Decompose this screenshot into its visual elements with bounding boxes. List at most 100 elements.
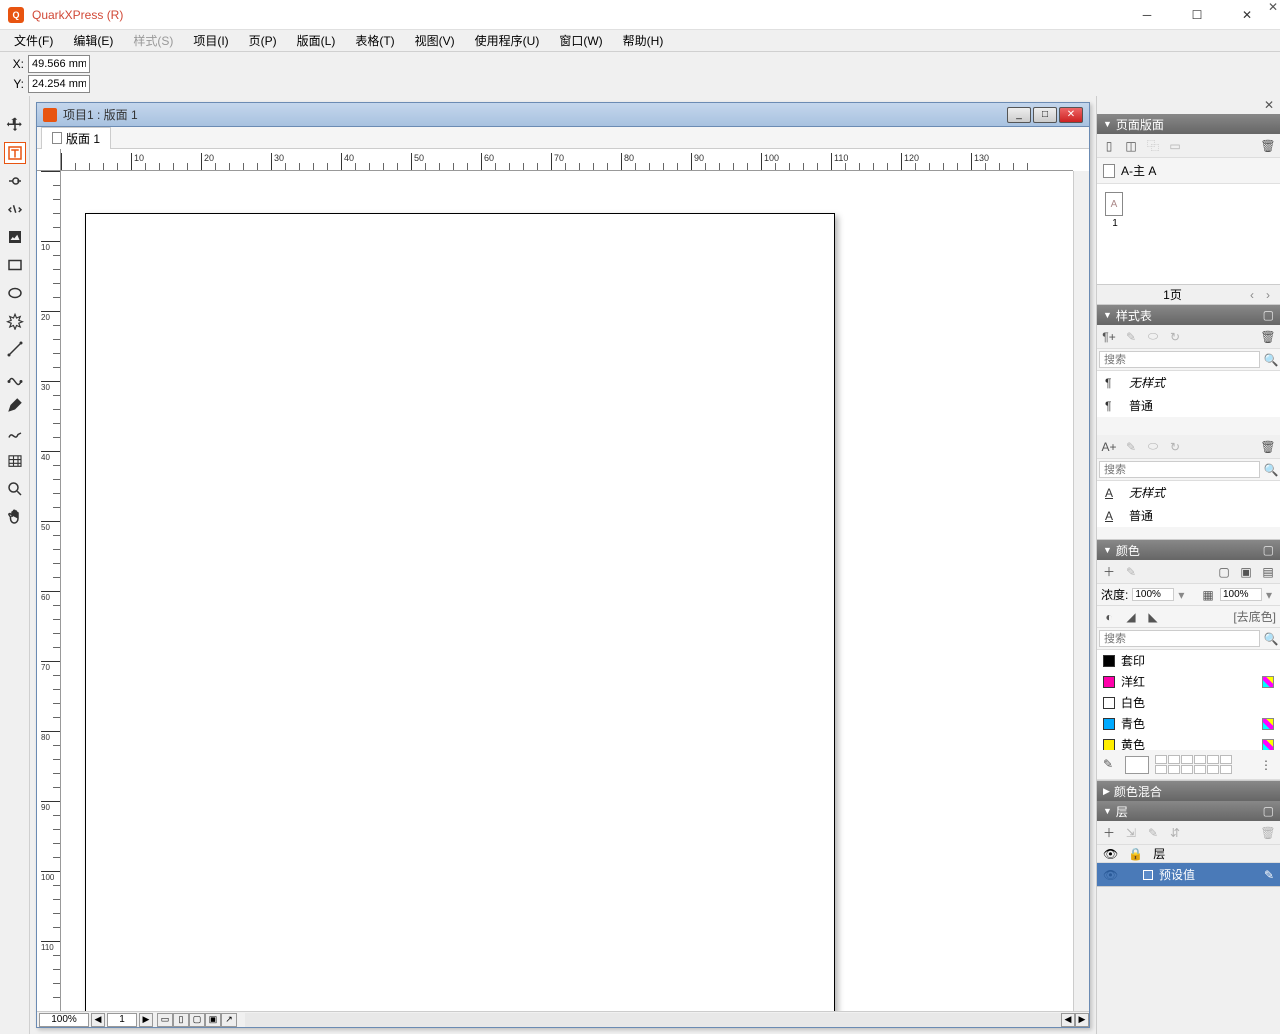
pan-tool[interactable] <box>4 506 26 528</box>
vertical-ruler[interactable]: 102030405060708090100110120130 <box>37 171 61 1011</box>
char-style-no-style[interactable]: A无样式 <box>1097 481 1280 504</box>
panel-menu-icon[interactable]: ▢ <box>1263 804 1274 818</box>
color-item[interactable]: 洋红 <box>1097 671 1280 692</box>
style-normal[interactable]: ¶普通 <box>1097 394 1280 417</box>
edit-color-icon[interactable]: ✎ <box>1123 564 1139 580</box>
x-input[interactable] <box>28 55 90 73</box>
menu-window[interactable]: 窗口(W) <box>549 30 612 51</box>
fill-mode-icon[interactable]: ▣ <box>1238 564 1254 580</box>
opacity-input-1[interactable] <box>1132 588 1174 601</box>
view-mode-3[interactable]: ▢ <box>189 1013 205 1027</box>
search-icon[interactable]: 🔍 <box>1262 459 1280 480</box>
panels-close-icon[interactable]: ✕ <box>1260 96 1278 114</box>
new-char-style-icon[interactable]: A+ <box>1101 439 1117 455</box>
page-prev-button[interactable]: ◀ <box>91 1013 105 1027</box>
text-tool[interactable] <box>4 142 26 164</box>
starburst-tool[interactable] <box>4 310 26 332</box>
freehand-tool[interactable] <box>4 422 26 444</box>
page-nav-prev[interactable]: ‹ <box>1244 288 1260 302</box>
toolstrip-close-icon[interactable]: ✕ <box>1268 0 1278 14</box>
move-layer-icon[interactable]: ⇵ <box>1167 825 1183 841</box>
edit-char-style-icon[interactable]: ✎ <box>1123 439 1139 455</box>
merge-layer-icon[interactable]: ⇲ <box>1123 825 1139 841</box>
view-mode-5[interactable]: ↗ <box>221 1013 237 1027</box>
layers-panel-header[interactable]: ▼ 层 ▢ <box>1097 801 1280 821</box>
styles-panel-header[interactable]: ▼ 样式表 ▢ <box>1097 305 1280 325</box>
dup-char-style-icon[interactable]: ⬭ <box>1145 439 1161 455</box>
duplicate-page-icon[interactable]: ⿻ <box>1145 138 1161 154</box>
update-style-icon[interactable]: ↻ <box>1167 329 1183 345</box>
menu-utilities[interactable]: 使用程序(U) <box>465 30 550 51</box>
image-tool[interactable] <box>4 226 26 248</box>
scroll-left-button[interactable]: ◀ <box>1061 1013 1075 1027</box>
color-item[interactable]: 套印 <box>1097 650 1280 671</box>
doc-close-button[interactable]: ✕ <box>1059 107 1083 123</box>
close-button[interactable]: ✕ <box>1232 5 1262 25</box>
pen-tool[interactable] <box>4 394 26 416</box>
trash-icon[interactable]: 🗑 <box>1260 138 1276 154</box>
new-paragraph-style-icon[interactable]: ¶+ <box>1101 329 1117 345</box>
link-tool[interactable] <box>4 170 26 192</box>
oval-tool[interactable] <box>4 282 26 304</box>
view-mode-4[interactable]: ▣ <box>205 1013 221 1027</box>
horizontal-scrollbar[interactable] <box>245 1013 1061 1027</box>
knockout-label[interactable]: [去底色] <box>1233 608 1276 625</box>
color-item[interactable]: 黄色 <box>1097 734 1280 750</box>
opacity-dropdown-1[interactable]: ▾ <box>1178 588 1188 602</box>
opacity-input-2[interactable] <box>1220 588 1262 601</box>
menu-help[interactable]: 帮助(H) <box>613 30 674 51</box>
maximize-button[interactable]: ☐ <box>1182 5 1212 25</box>
horizontal-ruler[interactable]: 102030405060708090100110120130 <box>61 149 1073 171</box>
move-tool[interactable] <box>4 114 26 136</box>
spread-icon[interactable]: ▭ <box>1167 138 1183 154</box>
search-icon[interactable]: 🔍 <box>1262 628 1280 649</box>
bezier-tool[interactable] <box>4 366 26 388</box>
delete-style-icon[interactable]: 🗑 <box>1260 329 1276 345</box>
page-number-field[interactable]: 1 <box>107 1013 137 1027</box>
char-style-search[interactable] <box>1099 461 1260 478</box>
new-layer-icon[interactable]: ＋ <box>1101 825 1117 841</box>
page[interactable] <box>85 213 835 1011</box>
layer-visible-icon[interactable]: 👁 <box>1103 868 1117 882</box>
blend-icon-2[interactable]: ◢ <box>1123 609 1139 625</box>
rectangle-tool[interactable] <box>4 254 26 276</box>
frame-mode-icon[interactable]: ▢ <box>1216 564 1232 580</box>
edit-layer-icon[interactable]: ✎ <box>1145 825 1161 841</box>
duplicate-style-icon[interactable]: ⬭ <box>1145 329 1161 345</box>
page-nav-next[interactable]: › <box>1260 288 1276 302</box>
current-color-swatch[interactable] <box>1125 756 1149 774</box>
facing-pages-icon[interactable]: ◫ <box>1123 138 1139 154</box>
color-search[interactable] <box>1099 630 1260 647</box>
recent-colors-grid[interactable] <box>1155 755 1232 774</box>
single-page-icon[interactable]: ▯ <box>1101 138 1117 154</box>
blend-panel-header[interactable]: ▶ 颜色混合 <box>1097 781 1280 801</box>
canvas[interactable] <box>61 171 1073 1011</box>
menu-item[interactable]: 项目(I) <box>183 30 238 51</box>
y-input[interactable] <box>28 75 90 93</box>
document-titlebar[interactable]: 项目1 : 版面 1 _ □ ✕ <box>37 103 1089 127</box>
update-char-style-icon[interactable]: ↻ <box>1167 439 1183 455</box>
panel-menu-icon[interactable]: ▢ <box>1263 543 1274 557</box>
blend-icon-1[interactable]: ◐ <box>1101 609 1117 625</box>
edit-style-icon[interactable]: ✎ <box>1123 329 1139 345</box>
char-style-normal[interactable]: A普通 <box>1097 504 1280 527</box>
line-tool[interactable] <box>4 338 26 360</box>
menu-edit[interactable]: 编辑(E) <box>63 30 123 51</box>
menu-page[interactable]: 页(P) <box>239 30 287 51</box>
blend-icon-3[interactable]: ◣ <box>1145 609 1161 625</box>
new-color-icon[interactable]: ＋ <box>1101 564 1117 580</box>
colors-panel-header[interactable]: ▼ 颜色 ▢ <box>1097 540 1280 560</box>
table-tool[interactable] <box>4 450 26 472</box>
style-no-style[interactable]: ¶无样式 <box>1097 371 1280 394</box>
panel-menu-icon[interactable]: ▢ <box>1263 308 1274 322</box>
unlink-tool[interactable] <box>4 198 26 220</box>
search-icon[interactable]: 🔍 <box>1262 349 1280 370</box>
text-mode-icon[interactable]: ▤ <box>1260 564 1276 580</box>
scroll-right-button[interactable]: ▶ <box>1075 1013 1089 1027</box>
menu-view[interactable]: 视图(V) <box>405 30 465 51</box>
menu-file[interactable]: 文件(F) <box>4 30 63 51</box>
ruler-origin[interactable] <box>37 149 61 171</box>
layer-row-default[interactable]: 👁 预设值 ✎ <box>1097 863 1280 886</box>
doc-maximize-button[interactable]: □ <box>1033 107 1057 123</box>
zoom-field[interactable]: 100% <box>39 1013 89 1027</box>
